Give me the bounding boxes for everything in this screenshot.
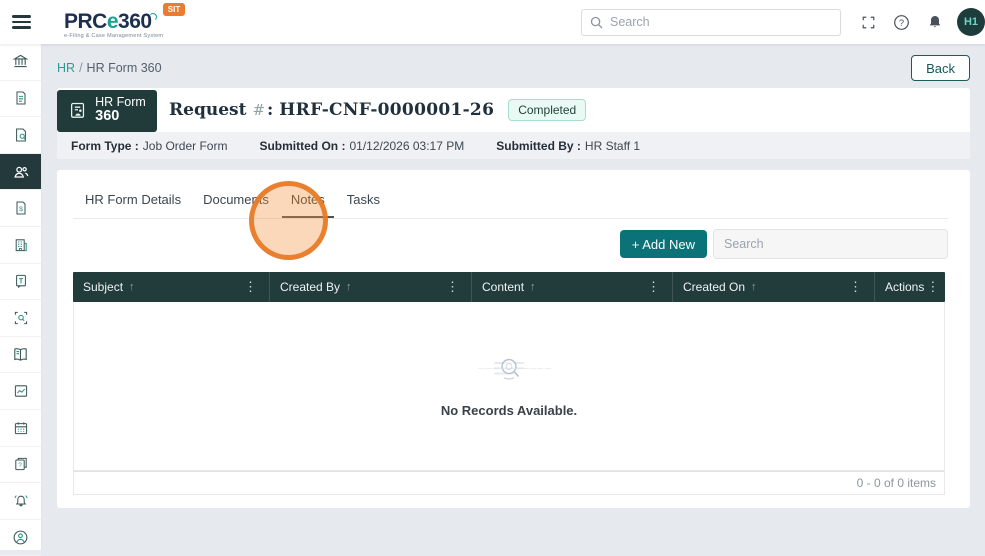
column-header-created-on[interactable]: Created On ↑ ⋮	[673, 272, 875, 302]
main-content: HR / HR Form 360 Back HR Form 360 Request …	[42, 44, 985, 550]
breadcrumb-separator: /	[79, 61, 83, 75]
sidebar-item-finance[interactable]: $	[0, 190, 41, 227]
user-avatar[interactable]: H1	[957, 8, 985, 36]
svg-text:$: $	[19, 206, 23, 213]
svg-text:?: ?	[18, 462, 22, 469]
bank-icon	[12, 53, 29, 70]
user-circle-icon	[12, 529, 29, 546]
svg-text:?: ?	[899, 17, 904, 27]
sidebar-item-inquiries[interactable]: ?	[0, 447, 41, 484]
tab-tasks[interactable]: Tasks	[338, 192, 389, 218]
top-header: PRC e 36 0 e-Filing & Case Management Syste…	[0, 0, 985, 44]
column-menu-icon[interactable]: ⋮	[645, 279, 662, 295]
global-search-input[interactable]	[610, 15, 832, 29]
sort-arrow-icon[interactable]: ↑	[129, 281, 135, 293]
status-badge: Completed	[508, 99, 587, 121]
column-menu-icon[interactable]: ⋮	[924, 279, 941, 295]
building-icon	[13, 237, 29, 253]
column-header-actions: Actions ⋮	[885, 279, 941, 295]
tab-bar: HR Form Details Documents Notes Tasks	[73, 170, 948, 219]
notes-toolbar: + Add New	[73, 229, 948, 259]
meta-submitted-by: Submitted By : HR Staff 1	[496, 138, 641, 153]
app-logo[interactable]: PRC e 36 0 e-Filing & Case Management Syste…	[64, 2, 186, 39]
column-header-created-by[interactable]: Created By ↑ ⋮	[270, 272, 472, 302]
file-t-icon	[13, 273, 29, 289]
request-number-line: Request # : HRF-CNF-0000001-26	[169, 100, 494, 120]
help-icon[interactable]: ?	[893, 14, 910, 31]
no-records-message: No Records Available.	[440, 403, 578, 418]
pager-items-count: 0 - 0 of 0 items	[856, 476, 936, 490]
breadcrumb: HR / HR Form 360	[57, 61, 162, 75]
column-header-subject[interactable]: Subject ↑ ⋮	[73, 272, 270, 302]
id-card-icon	[68, 101, 88, 121]
notes-table: Subject ↑ ⋮ Created By ↑ ⋮ Content ↑ ⋮ C…	[73, 272, 945, 495]
tabs-panel: HR Form Details Documents Notes Tasks + …	[57, 170, 970, 508]
sidebar-item-calendar[interactable]	[0, 410, 41, 447]
search-icon	[590, 16, 603, 29]
chart-icon	[13, 383, 29, 399]
logo-text-36: 36	[118, 9, 141, 33]
tab-hr-form-details[interactable]: HR Form Details	[76, 192, 190, 218]
column-header-content[interactable]: Content ↑ ⋮	[472, 272, 673, 302]
breadcrumb-hr-link[interactable]: HR	[57, 61, 75, 75]
notes-search-input[interactable]	[713, 229, 948, 259]
table-empty-body: ────────── No Records Available.	[73, 302, 945, 471]
request-number: HRF-CNF-0000001-26	[279, 100, 495, 120]
request-header-card: HR Form 360 Request # : HRF-CNF-0000001-…	[57, 88, 970, 132]
table-header-row: Subject ↑ ⋮ Created By ↑ ⋮ Content ↑ ⋮ C…	[73, 272, 945, 302]
column-menu-icon[interactable]: ⋮	[444, 279, 461, 295]
tab-notes[interactable]: Notes	[281, 192, 334, 218]
sort-arrow-icon[interactable]: ↑	[346, 281, 352, 293]
left-sidebar: $ ?	[0, 44, 42, 556]
sort-arrow-icon[interactable]: ↑	[751, 281, 757, 293]
file-search-icon	[13, 127, 29, 143]
sidebar-item-case-search[interactable]	[0, 117, 41, 154]
file-dollar-icon: $	[13, 200, 29, 216]
form-meta-strip: Form Type : Job Order Form Submitted On :…	[57, 132, 970, 159]
request-label: Request	[169, 100, 247, 120]
file-question-icon: ?	[13, 456, 29, 472]
sidebar-item-organization[interactable]	[0, 227, 41, 264]
table-pager: 0 - 0 of 0 items	[73, 471, 945, 495]
sidebar-item-institution[interactable]	[0, 44, 41, 81]
calendar-icon	[13, 420, 29, 436]
breadcrumb-current-page: HR Form 360	[86, 61, 162, 75]
environment-badge: SIT	[162, 2, 186, 16]
column-menu-icon[interactable]: ⋮	[847, 279, 864, 295]
fullscreen-icon[interactable]	[861, 15, 876, 30]
bell-ring-icon	[13, 493, 29, 509]
logo-text-e: e	[106, 9, 119, 33]
hamburger-menu-icon[interactable]	[0, 12, 42, 32]
request-hash: #	[252, 101, 266, 119]
sort-arrow-icon[interactable]: ↑	[530, 281, 536, 293]
sidebar-item-templates[interactable]	[0, 264, 41, 301]
sidebar-item-forms[interactable]	[0, 81, 41, 118]
global-search[interactable]	[581, 8, 841, 36]
badge-label-line2: 360	[95, 108, 120, 125]
sidebar-item-reports[interactable]	[0, 373, 41, 410]
hr-form-360-badge: HR Form 360	[57, 89, 157, 132]
bell-icon[interactable]	[927, 14, 943, 30]
sidebar-item-hr[interactable]	[0, 153, 41, 191]
sidebar-item-library[interactable]	[0, 337, 41, 374]
tab-documents[interactable]: Documents	[194, 192, 278, 218]
request-colon: :	[267, 100, 274, 120]
meta-form-type: Form Type : Job Order Form	[71, 138, 228, 153]
sidebar-item-profile[interactable]	[0, 520, 41, 556]
add-new-button[interactable]: + Add New	[619, 230, 707, 258]
logo-text-0: 0	[140, 10, 157, 34]
book-icon	[12, 346, 29, 363]
back-button[interactable]: Back	[911, 55, 970, 81]
column-menu-icon[interactable]: ⋮	[242, 279, 259, 295]
sidebar-item-notifications[interactable]	[0, 483, 41, 520]
sidebar-item-inspection[interactable]	[0, 300, 41, 337]
users-icon	[12, 163, 30, 181]
file-text-icon	[13, 90, 29, 106]
scan-search-icon	[13, 310, 29, 326]
meta-submitted-on: Submitted On :01/12/2026 03:17 PM	[259, 138, 465, 153]
logo-text-prc: PRC	[64, 9, 107, 33]
